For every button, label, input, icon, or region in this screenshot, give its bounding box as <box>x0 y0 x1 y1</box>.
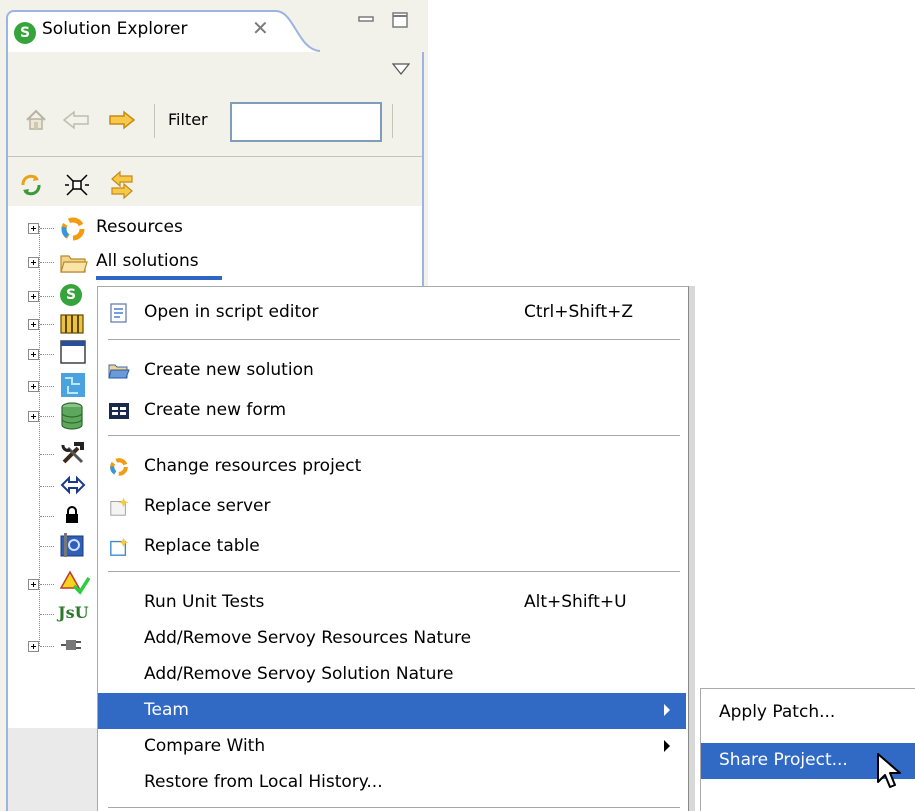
menu-item-label: Add/Remove Servoy Solution Nature <box>144 664 454 684</box>
menu-item-label: Open in script editor <box>144 302 319 322</box>
tree-item-beans[interactable] <box>8 372 98 400</box>
menu-item-replace-table[interactable]: Replace table <box>98 529 686 565</box>
database-icon <box>61 402 83 430</box>
menu-item-label: Restore from Local History... <box>144 772 383 792</box>
submenu-item-apply-patch[interactable]: Apply Patch... <box>701 695 915 731</box>
menu-item-compare-with[interactable]: Compare With <box>98 729 686 765</box>
tree-item-window[interactable] <box>8 340 98 368</box>
toolbar-divider <box>8 156 422 157</box>
tree-item-jsunit[interactable]: JsU <box>8 600 98 628</box>
tree-item-plugins[interactable] <box>8 310 98 338</box>
solution-explorer-icon: S <box>14 22 36 44</box>
script-editor-icon <box>110 303 127 323</box>
tools-icon <box>61 442 84 464</box>
back-arrow-icon[interactable] <box>62 110 90 130</box>
toolbar-separator <box>392 104 393 138</box>
close-icon[interactable]: ✕ <box>252 16 269 40</box>
mouse-cursor-icon <box>877 753 901 788</box>
home-icon[interactable] <box>24 108 48 132</box>
selection-indicator <box>96 276 222 280</box>
menu-separator <box>108 339 680 343</box>
submenu-item-label: Apply Patch... <box>719 702 836 722</box>
plugins-icon <box>60 314 84 334</box>
maximize-icon[interactable] <box>392 12 408 28</box>
tree-item-label: Resources <box>96 217 183 237</box>
menu-item-replace-server[interactable]: Replace server <box>98 489 686 525</box>
menu-item-add-remove-resources-nature[interactable]: Add/Remove Servoy Resources Nature <box>98 621 686 657</box>
tab-curve <box>276 10 320 52</box>
menu-separator <box>108 435 680 439</box>
menu-item-restore-from-local-history[interactable]: Restore from Local History... <box>98 765 686 801</box>
tree-item-arrows[interactable] <box>8 472 98 500</box>
collapse-all-icon[interactable] <box>64 172 90 198</box>
menu-separator <box>108 571 680 575</box>
view-menu-icon[interactable] <box>392 62 410 76</box>
menu-item-run-unit-tests[interactable]: Run Unit Tests Alt+Shift+U <box>98 585 686 621</box>
menu-item-label: Team <box>144 700 189 720</box>
resources-icon <box>110 458 128 476</box>
tree-item-solution[interactable]: S <box>8 282 98 310</box>
tree-item-i18n[interactable] <box>8 530 98 560</box>
warnings-icon <box>60 570 90 595</box>
forward-arrow-icon[interactable] <box>108 110 136 130</box>
replace-table-icon <box>110 537 129 556</box>
filter-input[interactable] <box>230 102 382 142</box>
arrows-icon <box>60 475 86 495</box>
tree-item-all-solutions[interactable]: All solutions <box>8 248 422 276</box>
toolbar-separator <box>154 104 155 138</box>
submenu-arrow-icon <box>664 740 670 752</box>
i18n-icon <box>60 533 84 557</box>
menu-item-label: Add/Remove Servoy Resources Nature <box>144 628 472 648</box>
lock-icon <box>66 506 78 523</box>
resources-icon <box>61 217 85 241</box>
menu-item-label: Compare With <box>144 736 266 756</box>
menu-item-label: Replace server <box>144 496 271 516</box>
view-title: Solution Explorer <box>42 19 188 39</box>
context-menu: Open in script editor Ctrl+Shift+Z Creat… <box>97 286 689 811</box>
menu-item-label: Change resources project <box>144 456 362 476</box>
menu-item-change-resources-project[interactable]: Change resources project <box>98 449 686 485</box>
menu-item-add-remove-solution-nature[interactable]: Add/Remove Servoy Solution Nature <box>98 657 686 693</box>
menu-item-create-new-form[interactable]: Create new form <box>98 393 686 429</box>
submenu-arrow-icon <box>664 704 670 716</box>
sync-icon[interactable] <box>18 172 44 198</box>
folder-icon <box>60 255 88 273</box>
replace-server-icon <box>110 497 129 516</box>
open-folder-icon <box>108 364 130 379</box>
window-icon <box>60 340 86 364</box>
tree-item-warnings[interactable] <box>8 570 98 598</box>
tree-item-label: All solutions <box>96 251 199 271</box>
menu-item-team[interactable]: Team <box>98 693 686 729</box>
navigation-toolbar: Filter <box>8 94 422 156</box>
submenu-item-label: Share Project... <box>719 750 848 770</box>
minimize-icon[interactable] <box>358 12 374 28</box>
menu-item-shortcut: Ctrl+Shift+Z <box>524 302 634 322</box>
tree-item-database[interactable] <box>8 402 98 432</box>
tree-empty-area <box>8 728 98 811</box>
tree-item-tools[interactable] <box>8 440 98 468</box>
menu-item-create-new-solution[interactable]: Create new solution <box>98 353 686 389</box>
tree-item-plugins-2[interactable] <box>8 632 98 660</box>
menu-item-label: Create new form <box>144 400 287 420</box>
actions-toolbar <box>8 160 422 208</box>
menu-item-label: Run Unit Tests <box>144 592 265 612</box>
tree-item-resources[interactable]: Resources <box>8 214 422 242</box>
jsunit-icon: JsU <box>58 603 89 622</box>
menu-separator <box>108 807 680 811</box>
menu-item-open-in-script-editor[interactable]: Open in script editor Ctrl+Shift+Z <box>98 295 686 331</box>
solution-icon: S <box>60 284 82 306</box>
beans-icon <box>61 373 85 397</box>
filter-label: Filter <box>168 110 208 129</box>
team-submenu: Apply Patch... Share Project... <box>700 688 915 811</box>
menu-item-label: Replace table <box>144 536 260 556</box>
menu-item-label: Create new solution <box>144 360 314 380</box>
menu-item-shortcut: Alt+Shift+U <box>524 592 627 612</box>
link-with-editor-icon[interactable] <box>108 170 136 200</box>
plug-icon <box>61 640 81 650</box>
form-icon <box>109 403 129 419</box>
tree-item-security[interactable] <box>8 502 98 530</box>
